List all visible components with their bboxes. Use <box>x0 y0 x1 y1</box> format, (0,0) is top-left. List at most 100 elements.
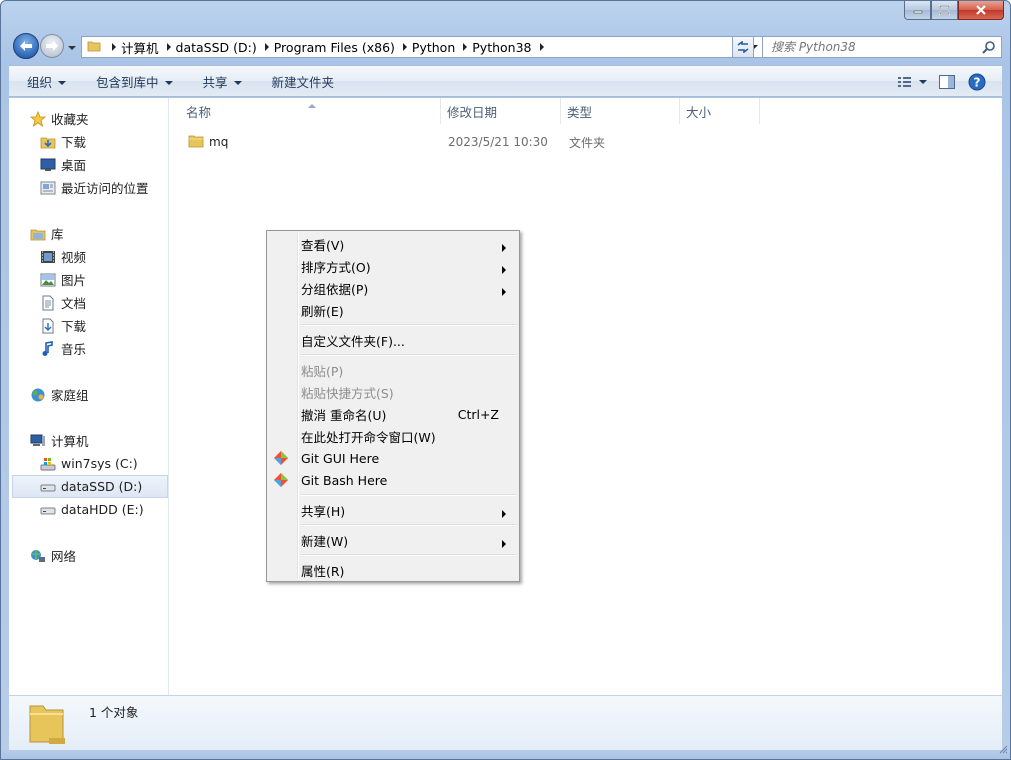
refresh-button[interactable] <box>732 36 754 58</box>
navigation-pane: 收藏夹 下载 桌面 最近访问的位置 库 视频 图片 文档 下载 音乐 家庭组 计… <box>9 98 169 695</box>
nav-music[interactable]: 音乐 <box>9 337 168 360</box>
nav-computer[interactable]: 计算机 <box>9 429 168 452</box>
preview-pane-button[interactable] <box>932 69 962 95</box>
git-icon <box>273 472 289 488</box>
forward-button[interactable] <box>40 34 64 58</box>
nav-videos[interactable]: 视频 <box>9 245 168 268</box>
menu-item-properties[interactable]: 属性(R) <box>269 559 517 581</box>
search-input[interactable] <box>771 40 971 54</box>
video-icon <box>39 249 57 265</box>
submenu-arrow-icon <box>502 536 507 551</box>
nav-pictures[interactable]: 图片 <box>9 268 168 291</box>
menu-item-open-cmd[interactable]: 在此处打开命令窗口(W) <box>269 425 517 447</box>
nav-homegroup[interactable]: 家庭组 <box>9 383 168 406</box>
breadcrumb-separator-icon[interactable] <box>535 37 549 57</box>
breadcrumb-separator-icon[interactable] <box>260 37 274 57</box>
column-size-label: 大小 <box>686 104 712 120</box>
nav-drive-c-label: win7sys (C:) <box>61 456 138 471</box>
menu-separator <box>301 351 517 359</box>
menu-item-sort-label: 排序方式(O) <box>301 259 371 275</box>
menu-item-view[interactable]: 查看(V) <box>269 233 517 255</box>
breadcrumb-computer[interactable]: 计算机 <box>121 38 162 57</box>
breadcrumb-python[interactable]: Python <box>412 40 458 55</box>
navigation-bar: 计算机 dataSSD (D:) Program Files (x86) Pyt… <box>9 31 1002 63</box>
menu-item-share[interactable]: 共享(H) <box>269 499 517 521</box>
menu-item-customize[interactable]: 自定义文件夹(F)... <box>269 329 517 351</box>
sort-ascending-icon <box>308 98 316 112</box>
file-name-cell: mq <box>170 133 441 152</box>
system-drive-icon <box>39 456 57 472</box>
nav-libraries[interactable]: 库 <box>9 222 168 245</box>
change-view-button[interactable] <box>892 69 932 95</box>
arrow-left-icon <box>20 41 32 51</box>
menu-item-new-label: 新建(W) <box>301 533 349 549</box>
column-type-label: 类型 <box>567 104 593 120</box>
nav-drive-e[interactable]: dataHDD (E:) <box>9 498 168 521</box>
search-icon[interactable] <box>982 40 996 57</box>
nav-documents[interactable]: 文档 <box>9 291 168 314</box>
menu-item-undo-rename-label: 撤消 重命名(U) <box>301 407 387 423</box>
back-button[interactable] <box>13 33 39 59</box>
nav-library-downloads[interactable]: 下载 <box>9 314 168 337</box>
nav-recent-places[interactable]: 最近访问的位置 <box>9 176 168 199</box>
menu-item-new[interactable]: 新建(W) <box>269 529 517 551</box>
desktop-icon <box>39 157 57 173</box>
table-row[interactable]: mq 2023/5/21 10:30 文件夹 <box>170 131 770 153</box>
address-bar[interactable]: 计算机 dataSSD (D:) Program Files (x86) Pyt… <box>81 36 763 58</box>
file-date: 2023/5/21 10:30 <box>448 135 548 149</box>
menu-separator <box>301 491 517 499</box>
nav-drive-c[interactable]: win7sys (C:) <box>9 452 168 475</box>
arrow-right-icon <box>46 41 58 51</box>
preview-pane-icon <box>939 75 955 89</box>
breadcrumb-python38[interactable]: Python38 <box>472 40 534 55</box>
new-folder-button[interactable]: 新建文件夹 <box>252 67 345 95</box>
share-button[interactable]: 共享 <box>183 67 252 95</box>
column-name[interactable]: 名称 <box>170 98 441 124</box>
nav-favorites[interactable]: 收藏夹 <box>9 107 168 130</box>
documents-icon <box>39 295 57 311</box>
resize-grip-icon[interactable] <box>998 743 1008 757</box>
nav-downloads[interactable]: 下载 <box>9 130 168 153</box>
breadcrumb-separator-icon[interactable] <box>458 37 472 57</box>
menu-item-undo-rename[interactable]: 撤消 重命名(U) Ctrl+Z <box>269 403 517 425</box>
menu-item-group[interactable]: 分组依据(P) <box>269 277 517 299</box>
recent-pages-button[interactable] <box>67 42 77 52</box>
minimize-button[interactable] <box>904 1 931 20</box>
breadcrumb: 计算机 dataSSD (D:) Program Files (x86) Pyt… <box>107 37 549 57</box>
menu-item-git-gui[interactable]: Git GUI Here <box>269 447 517 469</box>
menu-item-sort[interactable]: 排序方式(O) <box>269 255 517 277</box>
organize-button[interactable]: 组织 <box>9 67 76 95</box>
menu-item-share-label: 共享(H) <box>301 503 346 519</box>
close-button[interactable] <box>958 1 1004 20</box>
column-size[interactable]: 大小 <box>680 98 760 124</box>
breadcrumb-datassd[interactable]: dataSSD (D:) <box>176 40 260 55</box>
column-type[interactable]: 类型 <box>561 98 680 124</box>
breadcrumb-separator-icon[interactable] <box>162 37 176 57</box>
menu-item-group-label: 分组依据(P) <box>301 281 369 297</box>
refresh-icon <box>737 41 749 53</box>
menu-item-view-label: 查看(V) <box>301 237 345 253</box>
maximize-button[interactable] <box>931 1 958 20</box>
chevron-down-icon <box>164 74 173 89</box>
menu-item-git-gui-label: Git GUI Here <box>301 450 380 466</box>
nav-drive-d[interactable]: dataSSD (D:) <box>12 475 168 498</box>
menu-item-git-bash[interactable]: Git Bash Here <box>269 469 517 491</box>
breadcrumb-separator-icon[interactable] <box>107 37 121 57</box>
column-date[interactable]: 修改日期 <box>441 98 561 124</box>
menu-item-paste: 粘贴(P) <box>269 359 517 381</box>
share-label: 共享 <box>202 74 228 90</box>
nav-videos-label: 视频 <box>61 250 87 265</box>
downloads-icon <box>39 318 57 334</box>
libraries-icon <box>29 226 47 242</box>
nav-homegroup-label: 家庭组 <box>51 388 89 403</box>
menu-item-refresh[interactable]: 刷新(E) <box>269 299 517 321</box>
include-in-library-button[interactable]: 包含到库中 <box>76 67 183 95</box>
nav-network[interactable]: 网络 <box>9 544 168 567</box>
drive-icon <box>39 479 57 495</box>
submenu-arrow-icon <box>502 240 507 255</box>
breadcrumb-program-files[interactable]: Program Files (x86) <box>274 40 398 55</box>
git-icon <box>273 450 289 466</box>
help-button[interactable]: ? <box>962 69 992 95</box>
breadcrumb-separator-icon[interactable] <box>398 37 412 57</box>
nav-desktop[interactable]: 桌面 <box>9 153 168 176</box>
